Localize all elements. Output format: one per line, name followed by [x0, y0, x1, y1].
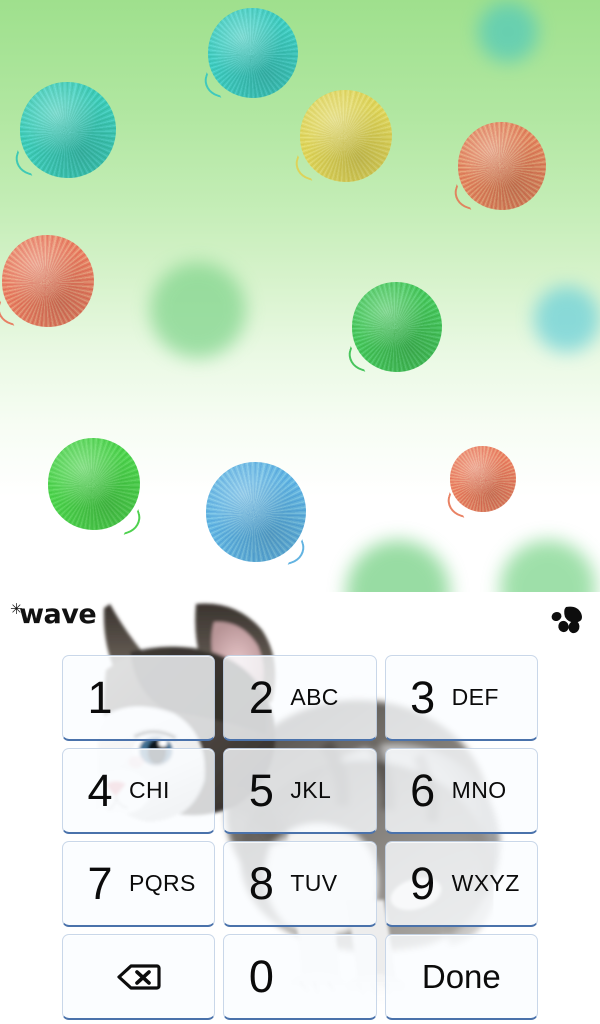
orange-yarn-left: [0, 235, 94, 327]
brand-name: wave: [19, 599, 97, 630]
phone-screen: ✳ wave 1 2 ABC 3 DEF 4 CHI 5 JKL 6 MNO 7 PQRS 8 TUV 9 WXY…: [0, 0, 600, 1024]
key-letters: CHI: [129, 777, 170, 803]
teal-yarn-top-left: [11, 82, 116, 178]
paw-print-icon[interactable]: [550, 604, 586, 636]
blur-green-upper: [150, 262, 246, 358]
numeric-keyboard-panel: ✳ wave 1 2 ABC 3 DEF 4 CHI 5 JKL 6 MNO 7 PQRS 8 TUV 9 WXY…: [0, 592, 600, 1024]
key-letters: DEF: [451, 684, 499, 710]
key-9[interactable]: 9 WXYZ: [384, 841, 538, 927]
keypad-grid: 1 2 ABC 3 DEF 4 CHI 5 JKL 6 MNO 7 PQRS 8 TUV 9 WXYZ 0 Done: [62, 655, 538, 1020]
key-digit: 2: [248, 672, 274, 723]
key-8[interactable]: 8 TUV: [223, 841, 377, 927]
key-5[interactable]: 5 JKL: [223, 748, 377, 834]
key-letters: TUV: [290, 870, 338, 896]
blur-green-bottom1: [346, 540, 450, 592]
orange-yarn-right: [450, 122, 546, 211]
key-digit: 4: [87, 765, 113, 816]
wallpaper: [0, 0, 600, 592]
key-3[interactable]: 3 DEF: [384, 655, 538, 741]
key-digit: 8: [248, 858, 274, 909]
key-digit: 1: [87, 672, 113, 723]
brand-logo: ✳ wave: [10, 599, 97, 630]
blur-teal-topright: [478, 2, 538, 62]
key-digit: 0: [248, 951, 274, 1002]
backspace-icon: [117, 963, 161, 990]
green-yarn-lower: [48, 438, 145, 535]
key-digit: 9: [410, 858, 436, 909]
key-digit: 6: [410, 765, 436, 816]
green-yarn-mid: [344, 282, 442, 372]
blue-yarn-lower: [206, 462, 309, 565]
key-letters: WXYZ: [451, 870, 520, 896]
done-label: Done: [421, 957, 501, 995]
key-0[interactable]: 0: [223, 934, 377, 1020]
teal-yarn-top-mid: [200, 8, 298, 98]
key-done[interactable]: Done: [384, 934, 538, 1020]
blur-green-bottom2: [500, 540, 596, 592]
key-1[interactable]: 1: [62, 655, 216, 741]
key-letters: PQRS: [129, 870, 196, 896]
key-7[interactable]: 7 PQRS: [62, 841, 216, 927]
key-backspace[interactable]: [62, 934, 216, 1020]
key-letters: MNO: [451, 777, 507, 803]
yellow-yarn: [291, 90, 392, 182]
key-6[interactable]: 6 MNO: [384, 748, 538, 834]
blur-teal-right: [534, 286, 600, 352]
key-4[interactable]: 4 CHI: [62, 748, 216, 834]
key-digit: 5: [248, 765, 274, 816]
key-letters: JKL: [290, 777, 332, 803]
key-digit: 3: [410, 672, 436, 723]
keyboard-header: ✳ wave: [0, 592, 600, 648]
key-letters: ABC: [290, 684, 339, 710]
key-digit: 7: [87, 858, 113, 909]
key-2[interactable]: 2 ABC: [223, 655, 377, 741]
orange-yarn-lower: [443, 446, 516, 518]
